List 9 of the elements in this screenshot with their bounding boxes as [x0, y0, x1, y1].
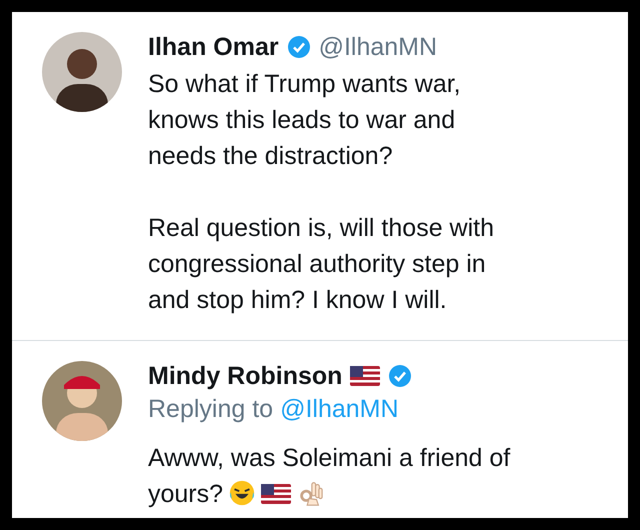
user-handle[interactable]: @IlhanMN [318, 32, 438, 62]
user-name[interactable]: Mindy Robinson [148, 362, 342, 390]
tweet-text: So what if Trump wants war, knows this leads to war and needs the distraction? [148, 70, 461, 170]
flag-icon [261, 484, 292, 504]
tweet-text: Real question is, will those with congressional authority step in and stop him? I know I will. [148, 214, 494, 314]
user-name[interactable]: Ilhan Omar [148, 32, 279, 62]
replying-label: Replying to [148, 395, 274, 424]
tweet-text: Awww, was Soleimani a friend of [148, 444, 510, 472]
tweet-text: yours? [148, 480, 224, 508]
